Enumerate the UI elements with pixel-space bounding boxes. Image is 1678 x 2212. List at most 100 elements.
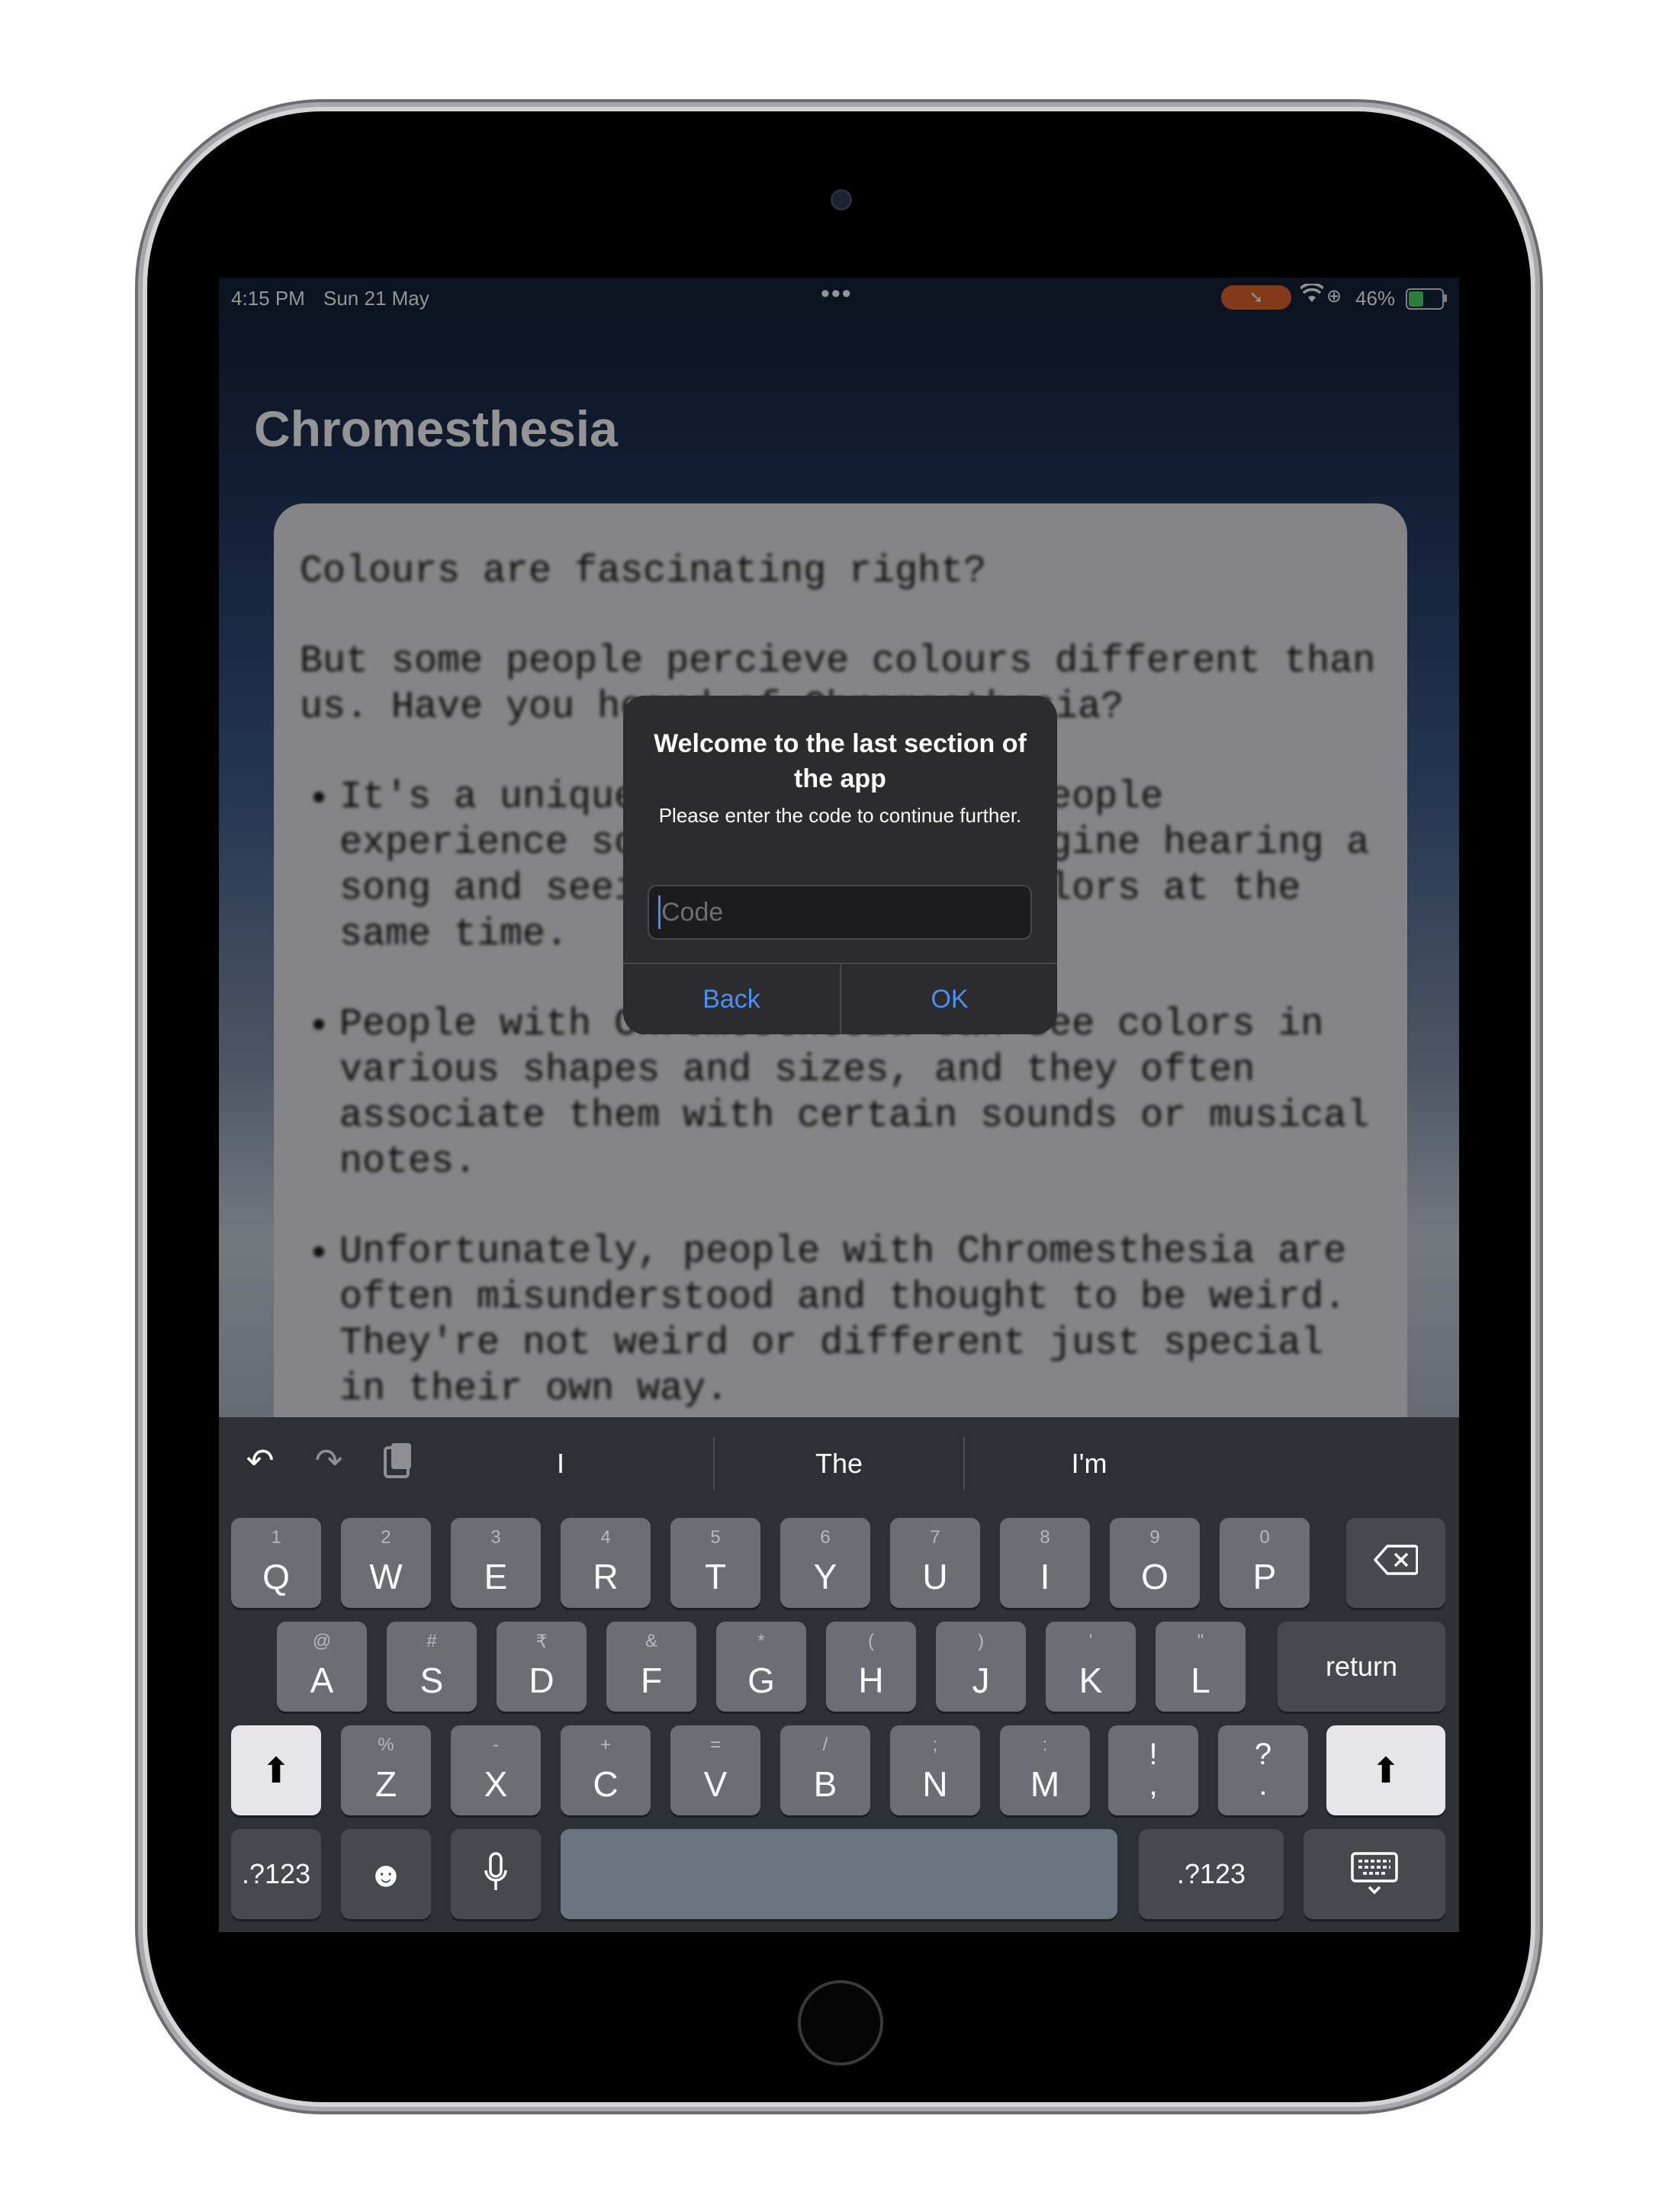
screen: 4:15 PM Sun 21 May ••• ➘ ⊕ 46% Chromesth… [219, 278, 1459, 1932]
key-m[interactable]: :M [1000, 1725, 1090, 1815]
code-alert-dialog: Welcome to the last section of the app P… [623, 696, 1057, 1034]
numbers-label: .?123 [1176, 1858, 1246, 1889]
keyboard-dismiss-icon [1304, 1852, 1445, 1903]
space-bar[interactable] [561, 1829, 1117, 1919]
key-alt-label: : [1042, 1735, 1048, 1755]
key-main-label: . [1258, 1768, 1268, 1802]
key-r[interactable]: 4R [561, 1518, 651, 1608]
key-main-label: U [922, 1557, 948, 1596]
back-button[interactable]: Back [623, 964, 840, 1034]
key-q[interactable]: 1Q [231, 1518, 321, 1608]
onscreen-keyboard: ↶ ↷ I The I'm 1Q2W3E4R5T6Y7U8I9O0P @ A # S ₹… [219, 1417, 1459, 1932]
suggestion-1[interactable]: I [436, 1437, 685, 1490]
return-key[interactable]: return [1278, 1622, 1445, 1712]
key-main-label: V [703, 1764, 728, 1804]
text-cursor [658, 895, 661, 929]
key-l[interactable]: " L [1156, 1622, 1246, 1712]
keyboard-shortcuts-bar: ↶ ↷ I The I'm [219, 1417, 1459, 1509]
key-main-label: D [529, 1661, 555, 1700]
key-w[interactable]: 2W [341, 1518, 431, 1608]
key-alt-label: 1 [271, 1527, 281, 1548]
delete-icon [1346, 1542, 1445, 1583]
key-alt-label: + [600, 1735, 611, 1755]
key-alt-label: 4 [600, 1527, 611, 1548]
key-x[interactable]: -X [451, 1725, 541, 1815]
key-main-label: P [1252, 1557, 1277, 1596]
dismiss-keyboard-key[interactable] [1304, 1829, 1445, 1919]
question-period-key[interactable]: ? . [1218, 1725, 1308, 1815]
key-alt-label: 6 [820, 1527, 831, 1548]
key-alt-label: / [822, 1735, 828, 1755]
key-g[interactable]: * G [716, 1622, 806, 1712]
key-main-label: H [858, 1661, 884, 1700]
key-alt-label: 3 [490, 1527, 501, 1548]
key-c[interactable]: + C [561, 1725, 651, 1815]
key-main-label: R [593, 1557, 619, 1596]
key-alt-label: 7 [930, 1527, 940, 1548]
suggestion-2[interactable]: The [715, 1437, 963, 1490]
emoji-icon: ☻ [367, 1854, 405, 1894]
key-s[interactable]: # S [387, 1622, 477, 1712]
key-alt-label: * [757, 1631, 765, 1651]
key-alt-label: 5 [710, 1527, 721, 1548]
right-shift-key[interactable]: ⬆ [1326, 1725, 1445, 1815]
key-alt-label: 0 [1259, 1527, 1270, 1548]
key-main-label: T [704, 1557, 727, 1596]
redo-icon[interactable]: ↷ [307, 1440, 350, 1483]
key-main-label: C [593, 1764, 619, 1804]
key-p[interactable]: 0P [1220, 1518, 1310, 1608]
key-alt-label: % [378, 1735, 394, 1755]
key-main-label: S [420, 1661, 444, 1700]
key-alt-label: = [709, 1735, 721, 1755]
undo-icon[interactable]: ↶ [239, 1440, 281, 1483]
key-u[interactable]: 7U [890, 1518, 980, 1608]
suggestion-3[interactable]: I'm [965, 1437, 1213, 1490]
key-f[interactable]: & F [606, 1622, 696, 1712]
key-alt-label: ) [978, 1631, 984, 1651]
key-b[interactable]: / B [780, 1725, 870, 1815]
key-main-label: W [369, 1557, 403, 1596]
exclamation-comma-key[interactable]: ! , [1108, 1725, 1198, 1815]
code-input[interactable] [648, 885, 1032, 940]
numbers-label: .?123 [241, 1858, 311, 1889]
key-alt-label: 8 [1040, 1527, 1050, 1548]
delete-key[interactable] [1346, 1518, 1445, 1608]
key-alt-label: 2 [381, 1527, 391, 1548]
clipboard-icon[interactable] [376, 1440, 419, 1483]
home-button[interactable] [798, 1980, 883, 2066]
key-a[interactable]: @ A [277, 1622, 367, 1712]
alert-title: Welcome to the last section of the app [654, 729, 1027, 793]
front-camera [831, 189, 852, 211]
left-shift-key[interactable]: ⬆ [231, 1725, 321, 1815]
key-d[interactable]: ₹ D [497, 1622, 587, 1712]
key-main-label: N [922, 1764, 948, 1804]
ok-button[interactable]: OK [841, 964, 1057, 1034]
emoji-key[interactable]: ☻ [341, 1829, 431, 1919]
key-z[interactable]: % Z [341, 1725, 431, 1815]
key-alt-label: ! [1149, 1738, 1158, 1771]
key-alt-label: 9 [1149, 1527, 1160, 1548]
key-main-label: G [747, 1661, 775, 1700]
key-v[interactable]: = V [670, 1725, 760, 1815]
key-o[interactable]: 9O [1110, 1518, 1200, 1608]
shift-icon: ⬆ [261, 1751, 291, 1790]
key-n[interactable]: ; N [890, 1725, 980, 1815]
numbers-key-right[interactable]: .?123 [1139, 1829, 1284, 1919]
key-e[interactable]: 3E [451, 1518, 541, 1608]
key-t[interactable]: 5T [670, 1518, 760, 1608]
key-main-label: X [484, 1764, 508, 1804]
key-main-label: M [1030, 1764, 1060, 1804]
key-k[interactable]: ' K [1046, 1622, 1136, 1712]
key-main-label: Y [813, 1557, 837, 1596]
key-j[interactable]: ) J [936, 1622, 1026, 1712]
key-h[interactable]: (H [826, 1622, 916, 1712]
alert-message: Please enter the code to continue furthe… [658, 804, 1022, 827]
key-y[interactable]: 6Y [780, 1518, 870, 1608]
numbers-key-left[interactable]: .?123 [231, 1829, 321, 1919]
key-i[interactable]: 8I [1000, 1518, 1090, 1608]
key-alt-label: - [493, 1735, 499, 1755]
key-main-label: L [1191, 1661, 1210, 1700]
key-main-label: B [813, 1764, 837, 1804]
key-alt-label: ? [1254, 1738, 1272, 1771]
dictation-key[interactable] [451, 1829, 541, 1919]
